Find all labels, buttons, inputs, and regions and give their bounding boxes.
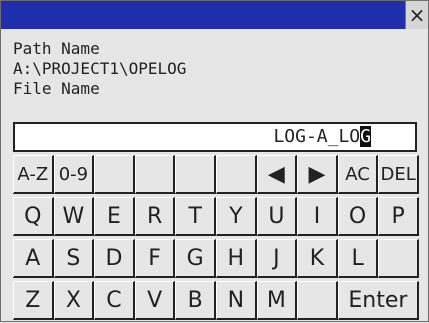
key-n[interactable]: N — [216, 281, 257, 320]
key-label: N — [227, 287, 245, 313]
close-icon: × — [408, 3, 426, 27]
key-label: G — [186, 245, 204, 271]
key-k[interactable]: K — [297, 239, 338, 278]
key-label: AC — [345, 163, 370, 185]
key-label: Z — [25, 287, 41, 313]
key-c[interactable]: C — [94, 281, 135, 320]
key-label: T — [188, 203, 202, 229]
blank-key[interactable] — [94, 155, 135, 194]
key-e[interactable]: E — [94, 197, 135, 236]
path-name-value: A:\PROJECT1\OPELOG — [13, 59, 187, 78]
key-y[interactable]: Y — [216, 197, 257, 236]
key-h[interactable]: H — [216, 239, 257, 278]
title-bar: × — [1, 1, 428, 29]
key-label: J — [273, 245, 280, 271]
key-o[interactable]: O — [337, 197, 379, 236]
key-d[interactable]: D — [94, 239, 135, 278]
key-x[interactable]: X — [53, 281, 95, 320]
key-label: C — [106, 287, 122, 313]
key-label: X — [65, 287, 81, 313]
key-label: L — [351, 245, 364, 271]
key-u[interactable]: U — [256, 197, 298, 236]
key-label: R — [146, 203, 163, 229]
key-label: Enter — [348, 287, 408, 313]
key-del[interactable]: DEL — [378, 155, 419, 194]
text-cursor: G — [360, 126, 371, 147]
path-info: Path Name A:\PROJECT1\OPELOG File Name — [13, 39, 186, 99]
arrow-left-icon: ◀ — [267, 161, 285, 187]
key-l[interactable]: L — [337, 239, 379, 278]
key-a[interactable]: A — [13, 239, 54, 278]
blank-key[interactable] — [378, 239, 419, 278]
key-0-9[interactable]: 0-9 — [53, 155, 95, 194]
filename-text: LOG-A_LO — [273, 126, 361, 147]
key-label: Q — [24, 203, 42, 229]
key-label: W — [62, 203, 85, 229]
path-name-label: Path Name — [13, 39, 100, 58]
key-label: E — [107, 203, 121, 229]
key-label: I — [313, 203, 321, 229]
key-label: K — [309, 245, 325, 271]
key-i[interactable]: I — [297, 197, 338, 236]
key-enter[interactable]: Enter — [337, 281, 419, 320]
key-p[interactable]: P — [378, 197, 419, 236]
key-w[interactable]: W — [53, 197, 95, 236]
key-ac[interactable]: AC — [337, 155, 379, 194]
key-label: A-Z — [17, 163, 49, 185]
key-r[interactable]: R — [134, 197, 176, 236]
blank-key[interactable] — [216, 155, 257, 194]
key-label: P — [391, 203, 405, 229]
key-label: B — [187, 287, 203, 313]
key-q[interactable]: Q — [13, 197, 54, 236]
key-label: F — [148, 245, 161, 271]
cursor-left-key[interactable]: ◀ — [256, 155, 298, 194]
file-name-label: File Name — [13, 79, 100, 98]
key-t[interactable]: T — [175, 197, 216, 236]
key-v[interactable]: V — [134, 281, 176, 320]
key-label: DEL — [380, 163, 416, 185]
key-label: V — [147, 287, 163, 313]
key-label: S — [66, 245, 81, 271]
key-label: D — [105, 245, 123, 271]
key-label: O — [348, 203, 367, 229]
key-m[interactable]: M — [256, 281, 298, 320]
key-a-z[interactable]: A-Z — [13, 155, 54, 194]
key-s[interactable]: S — [53, 239, 95, 278]
blank-key[interactable] — [175, 155, 216, 194]
key-j[interactable]: J — [256, 239, 298, 278]
filename-input[interactable]: LOG-A_LOG — [13, 122, 417, 152]
key-label: H — [227, 245, 245, 271]
close-button[interactable]: × — [405, 1, 428, 29]
blank-key[interactable] — [134, 155, 176, 194]
key-g[interactable]: G — [175, 239, 216, 278]
blank-key[interactable] — [297, 281, 338, 320]
key-label: Y — [229, 203, 243, 229]
filename-entry-window: × Path Name A:\PROJECT1\OPELOG File Name… — [0, 0, 429, 322]
key-b[interactable]: B — [175, 281, 216, 320]
key-label: 0-9 — [58, 163, 89, 185]
key-label: A — [25, 245, 41, 271]
software-keyboard: A-Z 0-9 ◀ ▶ AC DEL Q W E R T Y U I O P A S D F G H J K L Z X C V B N M E… — [13, 155, 419, 323]
key-f[interactable]: F — [134, 239, 176, 278]
arrow-right-icon: ▶ — [308, 161, 326, 187]
key-label: M — [266, 287, 286, 313]
cursor-right-key[interactable]: ▶ — [297, 155, 338, 194]
key-label: U — [268, 203, 285, 229]
key-z[interactable]: Z — [13, 281, 54, 320]
